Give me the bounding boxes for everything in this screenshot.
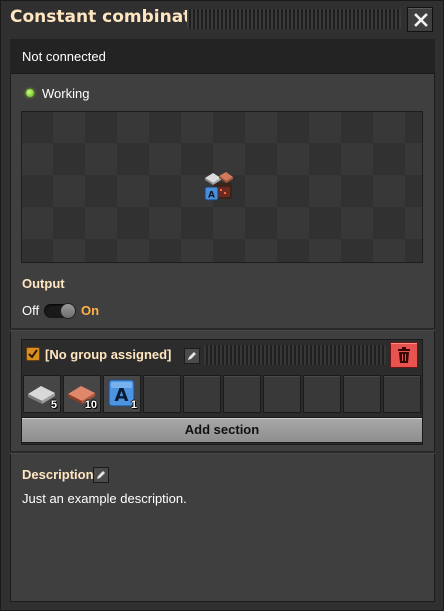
- entity-preview: A: [21, 111, 423, 263]
- empty-signal-slot[interactable]: [223, 375, 261, 413]
- signal-count: 10: [84, 399, 97, 411]
- empty-signal-slot[interactable]: [143, 375, 181, 413]
- group-enabled-checkbox[interactable]: [26, 347, 40, 361]
- svg-text:A: A: [208, 191, 215, 201]
- close-icon: [414, 13, 428, 27]
- group-header: [No group assigned]: [21, 339, 423, 371]
- empty-signal-slot[interactable]: [263, 375, 301, 413]
- constant-combinator-icon: A: [204, 172, 233, 201]
- signal-letter: A: [115, 385, 129, 406]
- title-bar[interactable]: Constant combinator: [1, 1, 444, 39]
- empty-signal-slot[interactable]: [303, 375, 341, 413]
- signal-count: 5: [50, 399, 57, 411]
- toggle-switch[interactable]: [44, 303, 76, 319]
- switch-off-label: Off: [22, 303, 40, 318]
- signal-slot[interactable]: 5: [23, 375, 61, 413]
- close-button[interactable]: [407, 7, 433, 32]
- empty-signal-slot[interactable]: [343, 375, 381, 413]
- constant-combinator-window: Constant combinator Not connected Workin…: [0, 0, 444, 611]
- signal-group-section: [No group assigned] 5 10 A 1 Add section: [21, 339, 423, 445]
- status-indicator-icon: [26, 89, 34, 97]
- group-name: [No group assigned]: [45, 347, 172, 362]
- delete-group-button[interactable]: [390, 342, 418, 368]
- output-switch[interactable]: Off On: [22, 301, 222, 319]
- checkmark-icon: [28, 349, 38, 359]
- pencil-icon: [188, 352, 196, 360]
- description-heading: Description: [22, 467, 94, 482]
- switch-on-label: On: [81, 303, 100, 318]
- divider: [10, 451, 435, 454]
- empty-signal-slot[interactable]: [183, 375, 221, 413]
- edit-description-button[interactable]: [93, 467, 109, 483]
- signal-slot[interactable]: 10: [63, 375, 101, 413]
- trash-icon: [398, 347, 410, 363]
- group-drag-handle[interactable]: [204, 345, 386, 365]
- pencil-icon: [97, 471, 105, 479]
- window-title: Constant combinator: [10, 7, 212, 27]
- toggle-knob[interactable]: [60, 303, 76, 319]
- working-label: Working: [42, 86, 90, 101]
- signal-slots: 5 10 A 1: [23, 375, 423, 413]
- description-text: Just an example description.: [22, 491, 187, 506]
- connection-status-bar: Not connected: [10, 39, 435, 74]
- signal-slot[interactable]: A 1: [103, 375, 141, 413]
- content-panel: Not connected Working A Output Off On [N…: [10, 39, 435, 602]
- edit-group-button[interactable]: [184, 348, 200, 364]
- drag-handle[interactable]: [187, 9, 401, 29]
- output-heading: Output: [22, 276, 65, 291]
- empty-signal-slot[interactable]: [383, 375, 421, 413]
- connection-status: Not connected: [22, 49, 106, 64]
- signal-count: 1: [130, 399, 137, 411]
- add-section-button[interactable]: Add section: [21, 417, 423, 443]
- divider: [10, 328, 435, 331]
